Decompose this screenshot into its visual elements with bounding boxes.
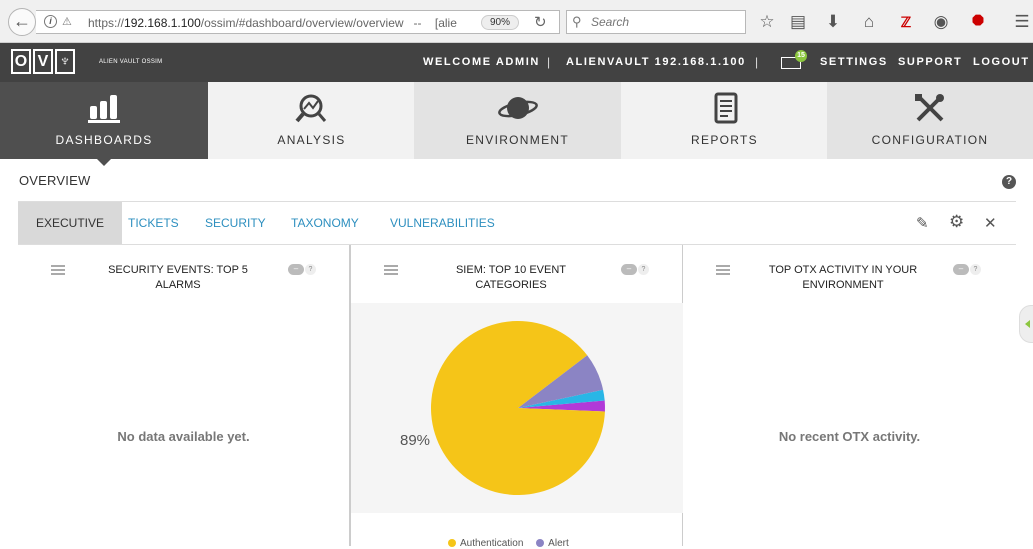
pie-data-label: 89% [400, 432, 431, 449]
gear-icon[interactable]: ⚙ [949, 212, 964, 232]
side-panel-toggle[interactable] [1019, 305, 1033, 343]
magnifier-chart-icon [208, 92, 415, 126]
panel-title: TOP OTX ACTIVITY IN YOUR ENVIRONMENT [753, 263, 933, 293]
chart-legend: Authentication Alert [448, 538, 569, 549]
empty-message: No data available yet. [117, 429, 250, 444]
reading-list-icon[interactable]: ▤ [787, 12, 809, 32]
header-separator: | [547, 55, 551, 69]
url-host: 192.168.1.100 [124, 16, 201, 30]
collapse-toggle-icon[interactable]: – [288, 264, 304, 275]
panel-help-icon[interactable]: ? [970, 264, 981, 275]
support-link[interactable]: SUPPORT [898, 56, 962, 68]
edit-pencil-icon[interactable]: ✎ [916, 214, 929, 232]
url-prefix: https:// [88, 16, 125, 30]
pocket-icon[interactable]: ◉ [930, 12, 952, 32]
nav-label: DASHBOARDS [55, 133, 153, 147]
url-text[interactable]: https://192.168.1.100/ossim/#dashboard/o… [88, 16, 457, 30]
legend-swatch [536, 539, 545, 548]
alienvault-logo[interactable]: O V ♆ [11, 49, 75, 74]
message-count-badge: 15 [795, 50, 807, 62]
home-icon[interactable]: ⌂ [858, 12, 880, 32]
help-icon[interactable]: ? [1002, 175, 1016, 189]
adblock-icon[interactable]: ⯃ [967, 12, 989, 32]
nav-label: REPORTS [691, 133, 758, 147]
tab-executive[interactable]: EXECUTIVE [18, 202, 123, 244]
panel-title-line: TOP OTX ACTIVITY IN YOUR [768, 264, 918, 276]
panel-title: SIEM: TOP 10 EVENT CATEGORIES [455, 264, 567, 291]
bar-chart-icon [0, 92, 208, 126]
legend-label[interactable]: Alert [548, 538, 569, 549]
drag-handle-icon[interactable] [716, 265, 730, 275]
legend-swatch [448, 539, 456, 548]
chart-area [351, 303, 683, 513]
bookmark-star-icon[interactable]: ☆ [756, 12, 778, 32]
drag-handle-icon[interactable] [51, 265, 65, 275]
greasemonkey-icon[interactable]: ℤ [895, 12, 917, 32]
welcome-text: WELCOME ADMIN [423, 56, 540, 68]
app-header: O V ♆ ALIEN VAULT OSSIM WELCOME ADMIN | … [0, 43, 1033, 82]
nav-configuration[interactable]: CONFIGURATION [827, 82, 1033, 159]
browser-toolbar: ← i ⚠ https://192.168.1.100/ossim/#dashb… [0, 0, 1033, 43]
logo-text: ALIEN VAULT OSSIM [99, 59, 163, 65]
dashboard-tabs: EXECUTIVE TICKETS SECURITY TAXONOMY VULN… [18, 201, 1016, 245]
nav-environment[interactable]: ENVIRONMENT [414, 82, 621, 159]
panel-siem: SIEM: TOP 10 EVENT CATEGORIES – ? 89% Au… [350, 245, 683, 549]
pie-chart [431, 320, 605, 495]
panel-help-icon[interactable]: ? [305, 264, 316, 275]
logo-letter: V [33, 49, 53, 74]
menu-icon[interactable]: ☰ [1011, 12, 1033, 32]
collapse-toggle-icon[interactable]: – [953, 264, 969, 275]
tab-taxonomy[interactable]: TAXONOMY [291, 202, 359, 244]
url-tail: -- [alie [403, 16, 457, 30]
download-icon[interactable]: ⬇ [822, 12, 844, 32]
tab-security[interactable]: SECURITY [205, 202, 266, 244]
panel-title: SECURITY EVENTS: TOP 5 ALARMS [108, 264, 248, 291]
planet-icon [414, 92, 621, 126]
legend-label[interactable]: Authentication [460, 538, 523, 549]
nav-analysis[interactable]: ANALYSIS [208, 82, 415, 159]
info-icon[interactable]: i [44, 15, 57, 28]
header-separator: | [755, 55, 759, 69]
nav-dashboards[interactable]: DASHBOARDS [0, 82, 208, 166]
report-document-icon [621, 92, 828, 126]
reload-icon[interactable]: ↻ [534, 13, 547, 31]
nav-label: ENVIRONMENT [466, 133, 569, 147]
panel-help-icon[interactable]: ? [638, 264, 649, 275]
back-arrow-icon[interactable]: ← [8, 8, 36, 36]
search-box[interactable]: ⚲ [566, 10, 746, 34]
nav-reports[interactable]: REPORTS [621, 82, 828, 159]
collapse-toggle-icon[interactable]: – [621, 264, 637, 275]
search-icon: ⚲ [572, 14, 582, 29]
logo-letter: ♆ [55, 49, 75, 74]
search-input[interactable] [591, 14, 741, 30]
host-text: ALIENVAULT 192.168.1.100 [566, 56, 746, 68]
panel-title-line: ENVIRONMENT [802, 279, 884, 291]
url-path: /ossim/#dashboard/overview/overview [200, 16, 404, 30]
main-nav: DASHBOARDS ANALYSIS ENVIRONMENT REPORTS … [0, 82, 1033, 166]
settings-link[interactable]: SETTINGS [820, 56, 888, 68]
nav-label: ANALYSIS [277, 133, 346, 147]
nav-label: CONFIGURATION [871, 133, 989, 147]
page-title: OVERVIEW [19, 173, 91, 188]
url-bar[interactable]: i ⚠ https://192.168.1.100/ossim/#dashboa… [36, 10, 560, 34]
tab-vulnerabilities[interactable]: VULNERABILITIES [390, 202, 495, 244]
zoom-indicator[interactable]: 90% [481, 15, 519, 30]
logo-letter: O [11, 49, 31, 74]
empty-message: No recent OTX activity. [778, 429, 921, 444]
panel-security-events: SECURITY EVENTS: TOP 5 ALARMS – ? No dat… [18, 245, 350, 546]
warning-lock-icon[interactable]: ⚠ [62, 15, 72, 28]
tab-tickets[interactable]: TICKETS [128, 202, 179, 244]
panel-otx: TOP OTX ACTIVITY IN YOUR ENVIRONMENT – ? … [683, 245, 1016, 546]
fullscreen-icon[interactable]: ✕ [984, 214, 997, 232]
tools-icon [827, 92, 1033, 126]
logout-link[interactable]: LOGOUT [973, 56, 1030, 68]
drag-handle-icon[interactable] [384, 265, 398, 275]
